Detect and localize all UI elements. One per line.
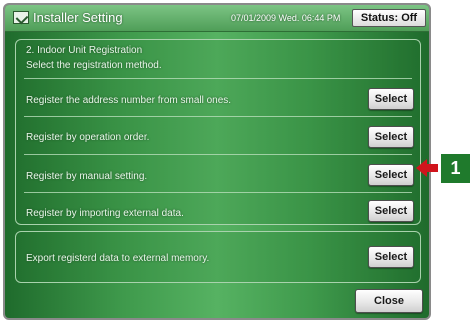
settings-app-icon [13, 11, 29, 24]
title-bar: Installer Setting 07/01/2009 Wed. 06:44 … [5, 5, 429, 32]
divider [24, 154, 412, 155]
callout-arrow-icon [416, 159, 438, 177]
option-label-export: Export registerd data to external memory… [26, 253, 210, 264]
select-button-import-external[interactable]: Select [368, 200, 414, 222]
window-title: Installer Setting [33, 10, 123, 25]
section-instruction: Select the registration method. [26, 60, 162, 71]
status-button[interactable]: Status: Off [352, 9, 426, 27]
divider [24, 192, 412, 193]
close-button[interactable]: Close [355, 289, 423, 313]
select-button-operation-order[interactable]: Select [368, 126, 414, 148]
select-button-manual-setting[interactable]: Select [368, 164, 414, 186]
select-button-address-number[interactable]: Select [368, 88, 414, 110]
select-button-export[interactable]: Select [368, 246, 414, 268]
registration-panel: 2. Indoor Unit Registration Select the r… [15, 39, 421, 225]
divider [24, 116, 412, 117]
option-label-address-number: Register the address number from small o… [26, 95, 232, 106]
installer-setting-screen: Installer Setting 07/01/2009 Wed. 06:44 … [3, 3, 431, 320]
datetime-display: 07/01/2009 Wed. 06:44 PM [231, 13, 341, 23]
option-label-operation-order: Register by operation order. [26, 132, 150, 143]
section-heading: 2. Indoor Unit Registration [26, 45, 143, 56]
option-label-import-external: Register by importing external data. [26, 208, 184, 219]
divider [24, 78, 412, 79]
callout-number-badge: 1 [441, 154, 470, 183]
option-label-manual-setting: Register by manual setting. [26, 171, 148, 182]
export-panel: Export registerd data to external memory… [15, 231, 421, 283]
